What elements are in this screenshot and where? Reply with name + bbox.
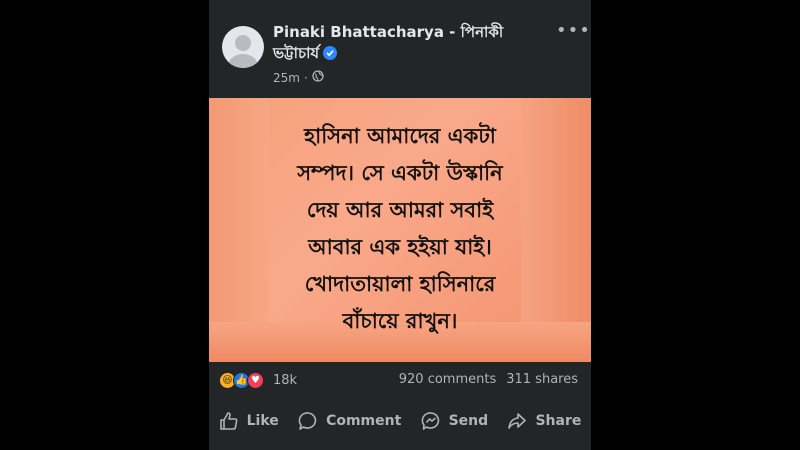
share-count[interactable]: 311 shares xyxy=(506,372,578,387)
send-button[interactable]: Send xyxy=(421,411,489,431)
like-button-label: Like xyxy=(246,413,279,429)
comment-bubble-icon xyxy=(298,411,318,431)
action-bar: Like Comment Send Share xyxy=(209,404,591,438)
engagement-stats: 920 comments 311 shares xyxy=(399,372,578,387)
comment-count[interactable]: 920 comments xyxy=(399,372,496,387)
share-arrow-icon xyxy=(507,411,527,431)
post-time[interactable]: 25m xyxy=(273,71,300,85)
reaction-summary[interactable]: 😆 👍 ♥ 18k xyxy=(219,370,297,390)
share-button[interactable]: Share xyxy=(507,411,581,431)
author-name-text[interactable]: Pinaki Bhattacharya - পিনাকী ভট্টাচার্য xyxy=(273,23,503,62)
avatar-head-shape xyxy=(235,35,251,51)
like-button[interactable]: Like xyxy=(219,411,279,431)
globe-icon xyxy=(312,70,324,85)
author-avatar[interactable] xyxy=(222,26,264,68)
post-meta: 25m · xyxy=(273,70,324,85)
comment-button-label: Comment xyxy=(326,413,402,429)
facebook-post: Pinaki Bhattacharya - পিনাকী ভট্টাচার্য … xyxy=(209,0,591,450)
reaction-count[interactable]: 18k xyxy=(273,373,297,388)
meta-separator: · xyxy=(303,70,308,85)
post-header: Pinaki Bhattacharya - পিনাকী ভট্টাচার্য … xyxy=(209,0,591,98)
author-name[interactable]: Pinaki Bhattacharya - পিনাকী ভট্টাচার্য xyxy=(273,22,518,64)
post-image[interactable]: হাসিনা আমাদের একটা সম্পদ। সে একটা উস্কান… xyxy=(209,98,591,362)
messenger-icon xyxy=(421,411,441,431)
comment-button[interactable]: Comment xyxy=(298,411,401,431)
image-quote-text: হাসিনা আমাদের একটা সম্পদ। সে একটা উস্কান… xyxy=(297,124,503,333)
avatar-body-shape xyxy=(228,54,258,68)
send-button-label: Send xyxy=(448,413,489,429)
verified-badge-icon xyxy=(323,46,338,60)
thumbs-up-icon xyxy=(219,411,239,431)
share-button-label: Share xyxy=(535,413,582,429)
more-options-button[interactable]: ••• xyxy=(556,22,591,40)
love-icon: ♥ xyxy=(247,371,264,389)
